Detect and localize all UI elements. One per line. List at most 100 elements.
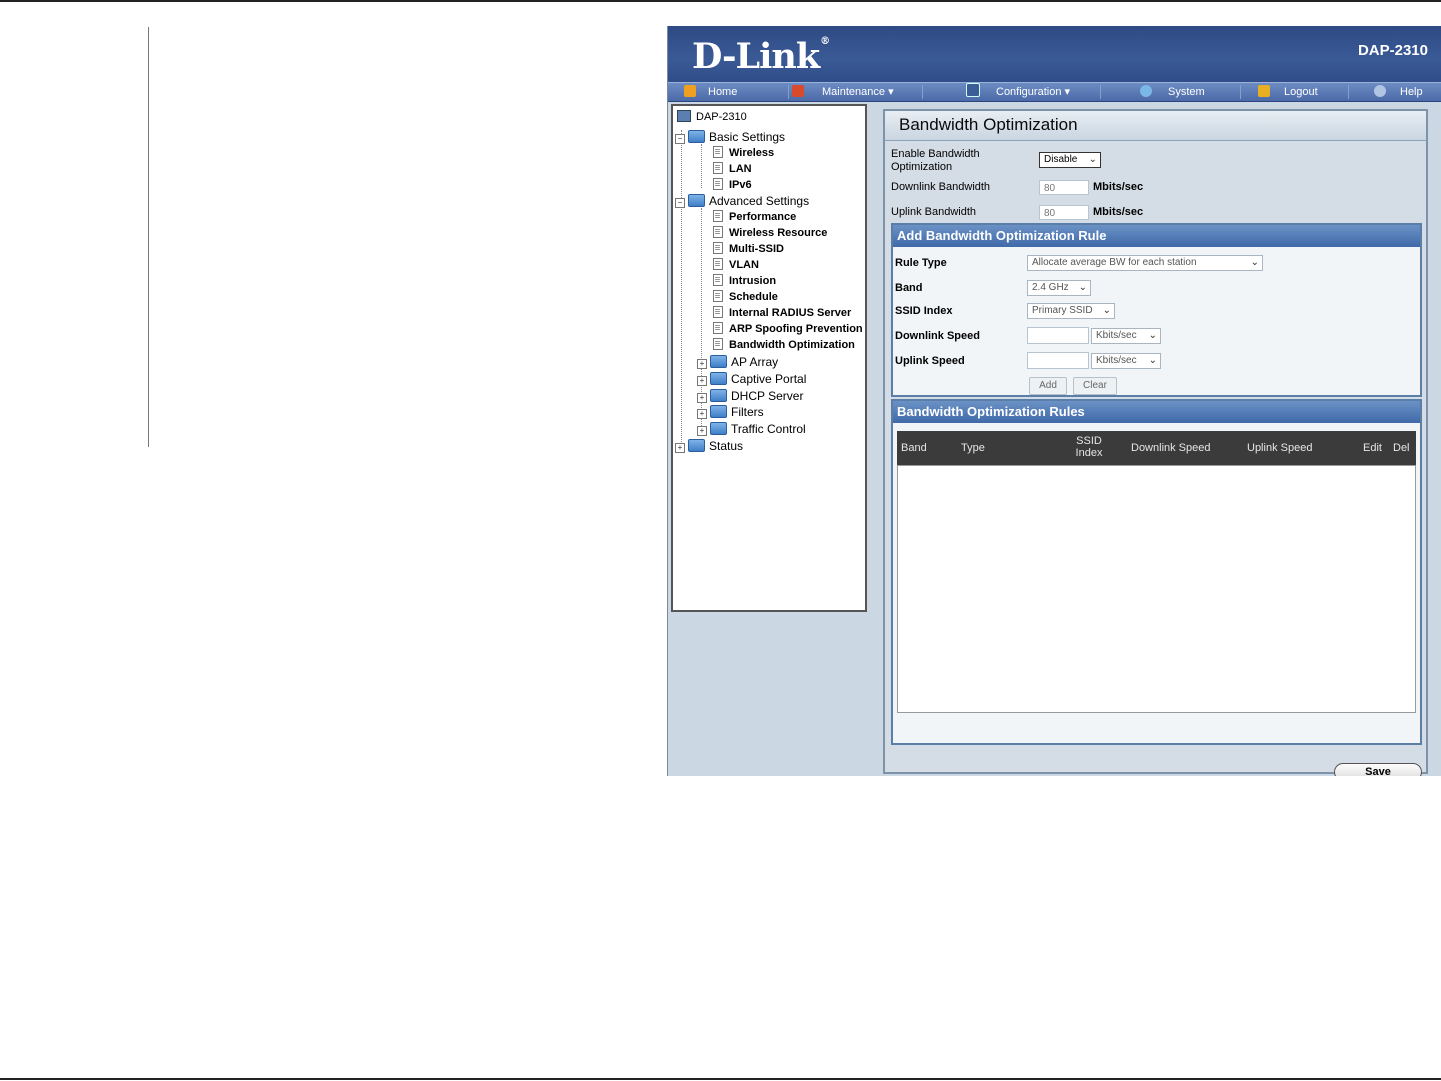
page-icon <box>713 210 723 222</box>
add-button[interactable]: Add <box>1029 377 1067 395</box>
menu-logout[interactable]: Logout <box>1258 83 1318 101</box>
page-icon <box>713 226 723 238</box>
save-disk-icon <box>966 83 980 97</box>
rules-table-header: Band Type SSID Index Downlink Speed Uplin… <box>897 431 1416 465</box>
menu-divider <box>1240 85 1241 99</box>
expand-icon[interactable]: + <box>697 359 707 369</box>
uplink-speed-label: Uplink Speed <box>895 355 965 367</box>
col-type: Type <box>961 442 985 454</box>
uplink-speed-input[interactable] <box>1027 352 1089 369</box>
navigation-tree: DAP-2310 − Basic Settings Wireless LAN IP… <box>671 104 867 612</box>
tree-item-wireless-resource[interactable]: Wireless Resource <box>713 226 827 240</box>
col-downlink-speed: Downlink Speed <box>1131 442 1211 454</box>
chevron-down-icon: ⌄ <box>1078 282 1087 293</box>
rule-type-select[interactable]: Allocate average BW for each station ⌄ <box>1027 255 1263 271</box>
collapse-icon[interactable]: − <box>675 198 685 208</box>
downlink-speed-input[interactable] <box>1027 327 1089 344</box>
rules-heading: Bandwidth Optimization Rules <box>893 401 1420 423</box>
tree-advanced-settings[interactable]: − Advanced Settings <box>675 194 809 208</box>
page-title: Bandwidth Optimization <box>885 111 1426 141</box>
menu-maintenance[interactable]: Maintenance ▾ <box>792 83 894 101</box>
enable-label: Enable Bandwidth Optimization <box>891 148 980 173</box>
col-edit: Edit <box>1363 442 1382 454</box>
folder-icon <box>710 389 727 402</box>
collapse-icon[interactable]: − <box>675 134 685 144</box>
page-icon <box>713 290 723 302</box>
tree-folder-filters[interactable]: + Filters <box>697 405 764 419</box>
downlink-bandwidth-input[interactable]: 80 <box>1039 180 1089 195</box>
folder-icon <box>710 355 727 368</box>
chevron-down-icon: ⌄ <box>1148 330 1157 341</box>
expand-icon[interactable]: + <box>697 393 707 403</box>
tree-status[interactable]: + Status <box>675 439 743 453</box>
menu-divider <box>788 85 789 99</box>
tree-item-internal-radius-server[interactable]: Internal RADIUS Server <box>713 306 851 320</box>
dlink-logo: D-Link® <box>692 36 830 77</box>
page-icon <box>713 338 723 350</box>
computer-icon <box>677 110 691 122</box>
chevron-down-icon: ⌄ <box>1148 355 1157 366</box>
folder-icon <box>710 422 727 435</box>
expand-icon[interactable]: + <box>697 409 707 419</box>
downlink-unit: Mbits/sec <box>1093 181 1144 193</box>
tree-folder-dhcp-server[interactable]: + DHCP Server <box>697 389 803 403</box>
top-menu: Home Maintenance ▾ Configuration ▾ Syste… <box>668 82 1441 102</box>
menu-configuration[interactable]: Configuration ▾ <box>966 83 1070 101</box>
clear-button[interactable]: Clear <box>1073 377 1117 395</box>
tree-item-schedule[interactable]: Schedule <box>713 290 778 304</box>
top-rule <box>0 0 1441 2</box>
tree-connector <box>701 144 703 188</box>
tree-item-intrusion[interactable]: Intrusion <box>713 274 776 288</box>
tree-folder-captive-portal[interactable]: + Captive Portal <box>697 372 806 386</box>
folder-icon <box>688 439 705 452</box>
page-icon <box>713 322 723 334</box>
menu-system[interactable]: System <box>1140 83 1205 101</box>
tree-folder-ap-array[interactable]: + AP Array <box>697 355 778 369</box>
tree-item-wireless[interactable]: Wireless <box>713 146 774 160</box>
save-button[interactable]: Save <box>1334 763 1422 776</box>
menu-divider <box>922 85 923 99</box>
tree-item-arp-spoofing-prevention[interactable]: ARP Spoofing Prevention <box>713 322 863 336</box>
menu-home[interactable]: Home <box>684 83 737 101</box>
add-rule-heading: Add Bandwidth Optimization Rule <box>893 225 1420 247</box>
rule-type-label: Rule Type <box>895 257 947 269</box>
tree-root-device[interactable]: DAP-2310 <box>677 110 747 124</box>
uplink-bandwidth-input[interactable]: 80 <box>1039 205 1089 220</box>
tree-item-performance[interactable]: Performance <box>713 210 796 224</box>
chevron-down-icon: ⌄ <box>1088 154 1097 165</box>
menu-divider <box>1348 85 1349 99</box>
folder-icon <box>688 194 705 207</box>
col-del: Del <box>1393 442 1410 454</box>
downlink-unit-select[interactable]: Kbits/sec ⌄ <box>1091 328 1161 344</box>
band-select[interactable]: 2.4 GHz ⌄ <box>1027 280 1091 296</box>
tree-item-bandwidth-optimization[interactable]: Bandwidth Optimization <box>713 338 855 352</box>
model-name: DAP-2310 <box>1357 42 1428 59</box>
tree-item-multi-ssid[interactable]: Multi-SSID <box>713 242 784 256</box>
page-icon <box>713 258 723 270</box>
uplink-unit-select[interactable]: Kbits/sec ⌄ <box>1091 353 1161 369</box>
menu-help[interactable]: Help <box>1374 83 1423 101</box>
ssid-index-label: SSID Index <box>895 305 953 317</box>
uplink-bandwidth-label: Uplink Bandwidth <box>891 206 976 218</box>
ssid-index-select[interactable]: Primary SSID ⌄ <box>1027 303 1115 319</box>
tools-icon <box>792 85 804 97</box>
logout-icon <box>1258 85 1270 97</box>
tree-basic-settings[interactable]: − Basic Settings <box>675 130 785 144</box>
tree-folder-traffic-control[interactable]: + Traffic Control <box>697 422 806 436</box>
tree-item-lan[interactable]: LAN <box>713 162 752 176</box>
tree-item-ipv6[interactable]: IPv6 <box>713 178 752 192</box>
expand-icon[interactable]: + <box>675 443 685 453</box>
expand-icon[interactable]: + <box>697 426 707 436</box>
enable-select[interactable]: Disable ⌄ <box>1039 152 1101 168</box>
router-admin-window: D-Link® DAP-2310 Home Maintenance ▾ Conf… <box>667 26 1441 776</box>
tree-item-vlan[interactable]: VLAN <box>713 258 759 272</box>
expand-icon[interactable]: + <box>697 376 707 386</box>
chevron-down-icon: ⌄ <box>1250 257 1259 268</box>
content-panel: Bandwidth Optimization Enable Bandwidth … <box>883 109 1428 776</box>
page-icon <box>713 274 723 286</box>
col-band: Band <box>901 442 927 454</box>
uplink-unit: Mbits/sec <box>1093 206 1144 218</box>
home-icon <box>684 85 696 97</box>
downlink-speed-label: Downlink Speed <box>895 330 980 342</box>
page-icon <box>713 178 723 190</box>
